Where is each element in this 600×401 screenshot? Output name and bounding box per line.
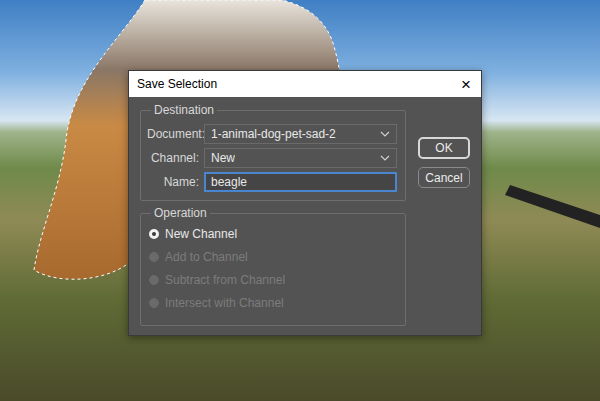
field-label: Name:	[147, 175, 199, 189]
chevron-down-icon	[380, 155, 390, 161]
dropdown[interactable]: New	[204, 148, 397, 168]
dropdown[interactable]: 1-animal-dog-pet-sad-2	[204, 124, 397, 144]
dialog-body: Destination Document: 1-animal-dog-pet-s…	[129, 97, 481, 335]
buttons: OK Cancel	[418, 103, 470, 326]
field-value: beagle	[211, 175, 247, 189]
dialog-button[interactable]: Cancel	[418, 167, 470, 188]
radio-icon	[149, 252, 159, 262]
field-label: Channel:	[147, 151, 199, 165]
radio-option: Add to Channel	[149, 249, 397, 265]
photo-canvas: Save Selection × Destination Document: 1…	[0, 0, 600, 401]
title-bar: Save Selection ×	[129, 71, 481, 97]
option-label: Intersect with Channel	[165, 296, 284, 310]
field-value: 1-animal-dog-pet-sad-2	[211, 127, 336, 141]
option-label: Subtract from Channel	[165, 273, 285, 287]
group-label: Operation	[151, 206, 210, 220]
save-selection-dialog: Save Selection × Destination Document: 1…	[128, 70, 482, 336]
radio-icon	[149, 229, 159, 239]
option-label: New Channel	[165, 227, 237, 241]
text-input[interactable]: beagle	[204, 172, 397, 192]
destination-group: Destination Document: 1-animal-dog-pet-s…	[140, 103, 406, 201]
dialog-title: Save Selection	[137, 77, 217, 91]
option-label: Add to Channel	[165, 250, 248, 264]
radio-option[interactable]: New Channel	[149, 226, 397, 242]
field-value: New	[211, 151, 235, 165]
dialog-button[interactable]: OK	[418, 137, 470, 159]
close-button[interactable]: ×	[459, 76, 473, 93]
operation-group: Operation New Channel Add to Channel Sub…	[140, 206, 406, 326]
chevron-down-icon	[380, 131, 390, 137]
groups: Destination Document: 1-animal-dog-pet-s…	[140, 103, 406, 326]
radio-option: Subtract from Channel	[149, 272, 397, 288]
group-label: Destination	[151, 103, 217, 117]
field-label: Document:	[147, 127, 199, 141]
radio-icon	[149, 275, 159, 285]
operation-options: New Channel Add to Channel Subtract from…	[147, 222, 397, 317]
radio-option: Intersect with Channel	[149, 295, 397, 311]
radio-icon	[149, 298, 159, 308]
destination-form: Document: 1-animal-dog-pet-sad-2 Channel…	[147, 124, 397, 192]
